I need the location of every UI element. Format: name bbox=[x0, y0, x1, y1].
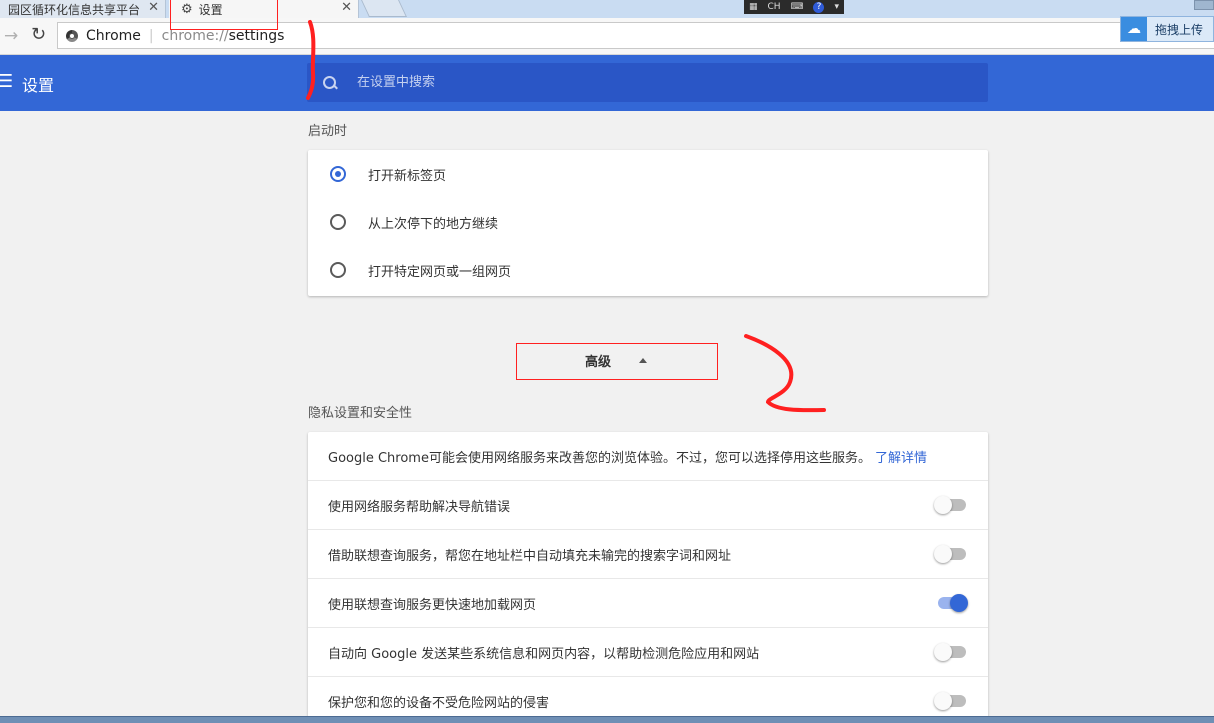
setting-label: 使用网络服务帮助解决导航错误 bbox=[328, 499, 511, 515]
menu-icon[interactable]: ☰ bbox=[0, 71, 13, 92]
page-title: 设置 bbox=[22, 76, 55, 95]
toggle-switch[interactable] bbox=[934, 643, 966, 661]
settings-header: ☰ 设置 bbox=[0, 55, 1214, 111]
privacy-setting-row[interactable]: 使用网络服务帮助解决导航错误 bbox=[308, 480, 988, 529]
startup-card: 打开新标签页 从上次停下的地方继续 打开特定网页或一组网页 bbox=[308, 150, 988, 296]
reload-button[interactable]: ↻ bbox=[31, 24, 46, 45]
search-icon bbox=[323, 75, 337, 90]
site-chip: Chrome bbox=[86, 27, 141, 44]
privacy-setting-row[interactable]: 使用联想查询服务更快速地加载网页 bbox=[308, 578, 988, 627]
new-tab-button[interactable] bbox=[361, 0, 407, 17]
chevron-down-icon[interactable]: ▾ bbox=[834, 2, 839, 12]
help-icon[interactable]: ? bbox=[813, 1, 825, 13]
option-label: 打开新标签页 bbox=[368, 168, 447, 184]
privacy-intro: Google Chrome可能会使用网络服务来改善您的浏览体验。不过，您可以选择… bbox=[308, 432, 988, 480]
chrome-icon bbox=[66, 29, 78, 42]
option-label: 从上次停下的地方继续 bbox=[368, 216, 499, 232]
tab-title: 园区循环化信息共享平台 bbox=[8, 2, 141, 17]
section-title-privacy: 隐私设置和安全性 bbox=[308, 406, 413, 421]
radio-unchecked[interactable] bbox=[330, 262, 346, 278]
divider: | bbox=[148, 27, 154, 44]
toggle-switch[interactable] bbox=[934, 545, 966, 563]
forward-button[interactable]: → bbox=[4, 26, 18, 46]
startup-option[interactable]: 从上次停下的地方继续 bbox=[308, 198, 988, 246]
radio-unchecked[interactable] bbox=[330, 214, 346, 230]
setting-label: 使用联想查询服务更快速地加载网页 bbox=[328, 597, 537, 613]
ime-language[interactable]: CH bbox=[767, 2, 780, 12]
toggle-switch[interactable] bbox=[934, 692, 966, 710]
setting-label: 自动向 Google 发送某些系统信息和网页内容，以帮助检测危险应用和网站 bbox=[328, 646, 760, 662]
window-control[interactable] bbox=[1194, 0, 1214, 10]
startup-option[interactable]: 打开特定网页或一组网页 bbox=[308, 246, 988, 294]
close-icon[interactable]: ✕ bbox=[148, 0, 159, 15]
radio-checked[interactable] bbox=[330, 166, 346, 182]
option-label: 打开特定网页或一组网页 bbox=[368, 264, 512, 280]
privacy-setting-row[interactable]: 自动向 Google 发送某些系统信息和网页内容，以帮助检测危险应用和网站 bbox=[308, 627, 988, 676]
annotation-box bbox=[516, 343, 718, 380]
annotation-box bbox=[170, 0, 278, 30]
upload-label: 拖拽上传 bbox=[1155, 22, 1204, 37]
close-icon[interactable]: ✕ bbox=[341, 0, 352, 15]
setting-label: 借助联想查询服务，帮您在地址栏中自动填充未输完的搜索字词和网址 bbox=[328, 548, 732, 564]
learn-more-link[interactable]: 了解详情 bbox=[875, 447, 927, 466]
toggle-switch[interactable] bbox=[936, 594, 968, 612]
baidu-upload-button[interactable]: ☁ 拖拽上传 bbox=[1120, 16, 1214, 42]
taskbar bbox=[0, 716, 1214, 723]
toggle-switch[interactable] bbox=[934, 496, 966, 514]
keyboard-icon: ⌨ bbox=[790, 2, 804, 12]
setting-label: 保护您和您的设备不受危险网站的侵害 bbox=[328, 695, 550, 711]
intro-text: Google Chrome可能会使用网络服务来改善您的浏览体验。不过，您可以选择… bbox=[328, 450, 871, 466]
keyboard-icon: ▦ bbox=[748, 2, 758, 12]
tab-platform[interactable]: 园区循环化信息共享平台 ✕ bbox=[0, 0, 166, 18]
privacy-setting-row[interactable]: 借助联想查询服务，帮您在地址栏中自动填充未输完的搜索字词和网址 bbox=[308, 529, 988, 578]
ime-toolbar[interactable]: ▦ CH ⌨ ? ▾ bbox=[744, 0, 844, 14]
search-input[interactable] bbox=[355, 74, 919, 91]
annotation-arrow bbox=[744, 334, 826, 413]
baidu-cloud-icon: ☁ bbox=[1121, 17, 1147, 41]
settings-search[interactable] bbox=[307, 63, 988, 102]
section-title-startup: 启动时 bbox=[308, 124, 348, 139]
privacy-card: Google Chrome可能会使用网络服务来改善您的浏览体验。不过，您可以选择… bbox=[308, 432, 988, 723]
startup-option[interactable]: 打开新标签页 bbox=[308, 150, 988, 198]
